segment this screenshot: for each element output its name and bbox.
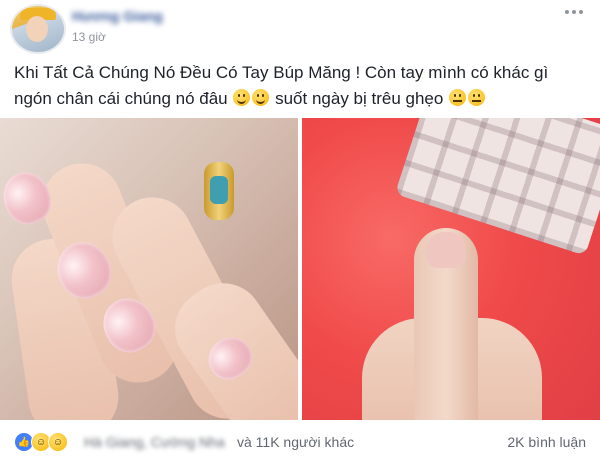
avatar[interactable] [10, 4, 66, 54]
thumb-nail [426, 232, 466, 268]
photo-manicured-nails[interactable] [0, 118, 298, 420]
smile-emoji-icon [252, 89, 270, 106]
post-time[interactable]: 13 giờ [72, 30, 106, 44]
ring [204, 162, 234, 220]
photo-thumb-on-blanket[interactable] [302, 118, 600, 420]
smile-emoji-icon [233, 89, 251, 106]
reaction-names[interactable]: Hà Giang, Cường Nha [84, 434, 225, 450]
post-text: Khi Tất Cả Chúng Nó Đều Có Tay Búp Măng … [14, 60, 584, 112]
post-text-part2: suốt ngày bị trêu ghẹo [275, 89, 444, 108]
wow-reaction-icon: ☺ [48, 432, 68, 452]
reaction-others-count[interactable]: và 11K người khác [237, 434, 354, 450]
comments-count[interactable]: 2K bình luận [507, 434, 586, 450]
more-options-icon[interactable] [562, 4, 586, 20]
author-name[interactable]: Hương Giang [72, 8, 163, 24]
unamused-emoji-icon [449, 89, 467, 106]
post-footer: 👍 ☺ ☺ Hà Giang, Cường Nha và 11K người k… [0, 420, 600, 460]
facebook-post: Hương Giang 13 giờ Khi Tất Cả Chúng Nó Đ… [0, 0, 600, 460]
reaction-icons[interactable]: 👍 ☺ ☺ [14, 432, 68, 452]
unamused-emoji-icon [468, 89, 486, 106]
avatar-face [26, 16, 48, 42]
ring-gem [210, 176, 228, 204]
